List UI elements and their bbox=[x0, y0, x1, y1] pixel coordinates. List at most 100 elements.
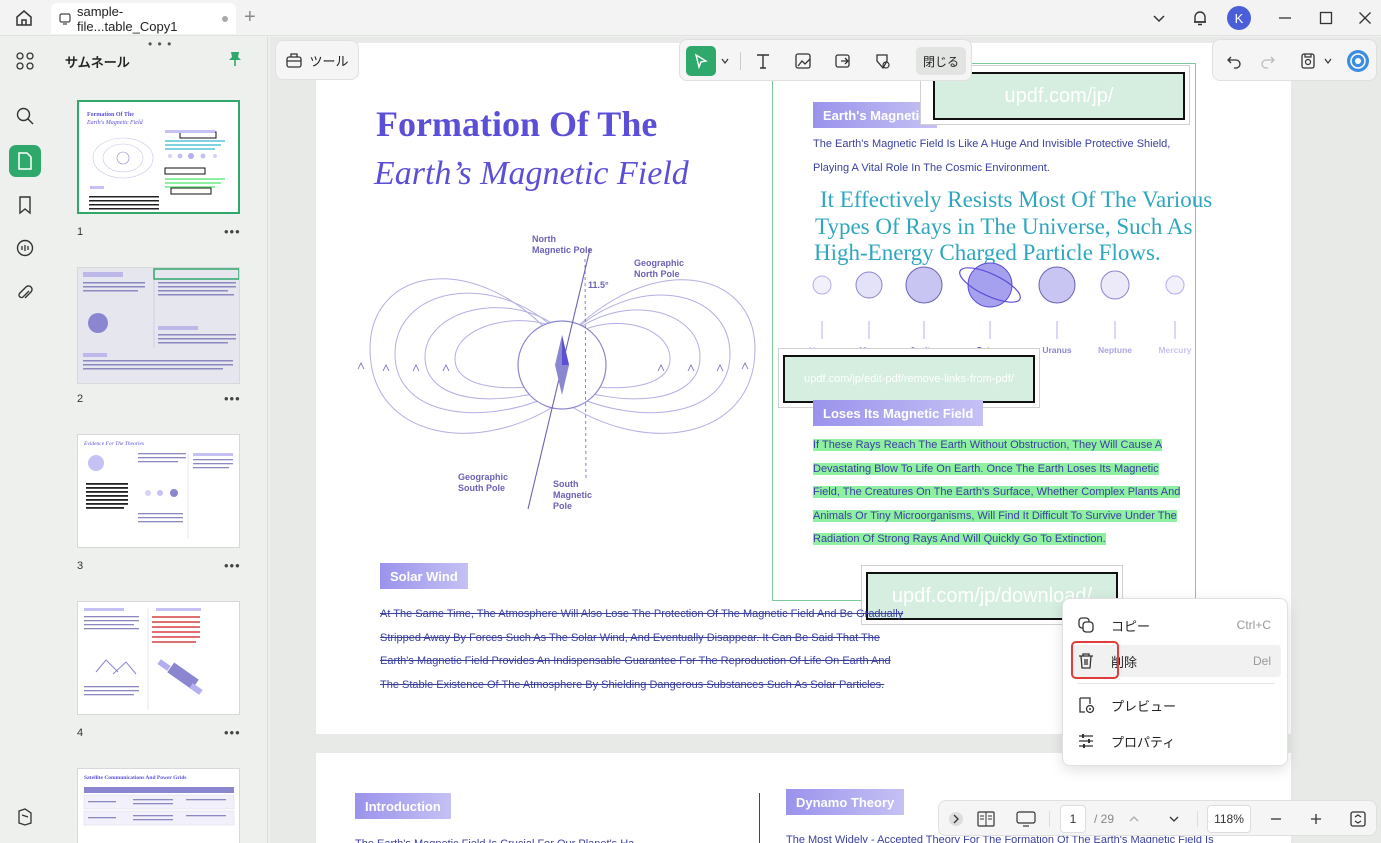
menu-item-copy-shortcut: Ctrl+C bbox=[1236, 618, 1271, 632]
book-icon bbox=[977, 811, 995, 827]
watermark-button[interactable] bbox=[868, 46, 898, 76]
chevron-down-icon bbox=[1153, 15, 1165, 23]
thumb-more-button-1[interactable]: ••• bbox=[224, 224, 241, 239]
label-north-magnetic: North Magnetic Pole bbox=[532, 234, 593, 255]
tabs-dropdown-button[interactable] bbox=[1146, 0, 1172, 36]
loses-text-line: Field, The Creatures On The Earth's Surf… bbox=[813, 486, 1181, 498]
rays-quote-line1: It Effectively Resists Most Of The Vario… bbox=[820, 187, 1213, 212]
planet-label-mercury: Mercury bbox=[1158, 345, 1192, 355]
menu-item-copy[interactable]: コピー Ctrl+C bbox=[1071, 609, 1281, 641]
tools-label: ツール bbox=[309, 53, 349, 69]
add-image-button[interactable] bbox=[788, 46, 818, 76]
solar-wind-text: At The Same Time, The Atmosphere Will Al… bbox=[380, 603, 940, 697]
close-window-button[interactable] bbox=[1352, 0, 1378, 36]
minimize-button[interactable] bbox=[1272, 0, 1298, 36]
tools-button[interactable]: ツール bbox=[275, 40, 359, 80]
account-button[interactable]: K bbox=[1226, 0, 1252, 36]
label-geo-north: Geographic North Pole bbox=[634, 258, 685, 279]
link-icon bbox=[835, 54, 850, 68]
thumb-1-preview bbox=[89, 130, 225, 210]
minus-icon bbox=[1271, 818, 1281, 820]
attachments-button[interactable] bbox=[9, 277, 41, 309]
earths-magnetic-heading: Earth's Magnetic bbox=[813, 102, 937, 128]
bookmark-icon bbox=[19, 196, 31, 215]
menu-item-properties[interactable]: プロパティ bbox=[1071, 725, 1281, 757]
loses-text-line: Animals Or Tiny Microorganisms, Will Fin… bbox=[813, 509, 1177, 522]
bookmarks-button[interactable] bbox=[9, 189, 41, 221]
layers-icon bbox=[18, 808, 32, 826]
comment-icon bbox=[16, 239, 34, 257]
thumbnail-page-2[interactable] bbox=[77, 267, 240, 384]
solar-wind-heading: Solar Wind bbox=[380, 563, 468, 589]
fit-page-button[interactable] bbox=[1345, 805, 1371, 833]
apps-button[interactable] bbox=[9, 45, 41, 77]
select-tool-dropdown[interactable] bbox=[718, 46, 732, 76]
close-edit-mode-button[interactable]: 閉じる bbox=[916, 47, 966, 75]
panel-grip[interactable]: • • • bbox=[148, 37, 172, 51]
label-angle: 11.5° bbox=[588, 280, 609, 290]
planets-illustration bbox=[812, 262, 1185, 339]
add-link-button[interactable] bbox=[828, 46, 858, 76]
close-icon bbox=[1359, 12, 1371, 24]
save-dropdown[interactable] bbox=[1321, 46, 1335, 76]
page-number-input[interactable]: 1 bbox=[1060, 805, 1086, 833]
zoom-level-input[interactable]: 118% bbox=[1207, 805, 1251, 833]
thumb-title-1b: Earth's Magnetic Field bbox=[87, 120, 143, 126]
thumb-more-button-4[interactable]: ••• bbox=[224, 725, 241, 740]
dynamo-theory-heading: Dynamo Theory bbox=[786, 789, 905, 815]
menu-divider bbox=[1077, 683, 1275, 684]
thumbnail-page-5[interactable]: Satellite Communications And Power Grids bbox=[77, 768, 240, 843]
thumbnail-page-1[interactable]: Formation Of The Earth's Magnetic Field bbox=[77, 100, 240, 214]
next-page-button[interactable] bbox=[1163, 805, 1185, 833]
fit-page-icon bbox=[1350, 811, 1366, 827]
comments-button[interactable] bbox=[9, 232, 41, 264]
notifications-button[interactable] bbox=[1187, 0, 1213, 36]
thumbnail-page-4[interactable] bbox=[77, 601, 240, 715]
link-url-1[interactable]: updf.com/jp/ bbox=[933, 72, 1185, 120]
thumbnail-panel-title: サムネール bbox=[65, 55, 130, 70]
document-tab[interactable]: sample-file...table_Copy1 bbox=[51, 3, 236, 34]
link-url-2[interactable]: updf.com/jp/edit-pdf/remove-links-from-p… bbox=[783, 355, 1035, 403]
layers-button[interactable] bbox=[9, 801, 41, 833]
thumb-5-preview bbox=[83, 787, 235, 826]
loses-text-line: Radiation Of Strong Rays And Will Quickl… bbox=[813, 533, 1106, 545]
earths-magnetic-text: The Earth's Magnetic Field Is Like A Hug… bbox=[813, 138, 1171, 174]
redo-button[interactable] bbox=[1253, 46, 1283, 76]
page-layout-button[interactable] bbox=[973, 805, 999, 833]
thumb-more-button-3[interactable]: ••• bbox=[224, 558, 241, 573]
total-pages: / 29 bbox=[1093, 812, 1114, 826]
menu-item-preview[interactable]: プレビュー bbox=[1071, 689, 1281, 721]
chevron-up-icon bbox=[1129, 816, 1139, 822]
new-tab-button[interactable]: + bbox=[244, 6, 256, 28]
save-button[interactable] bbox=[1293, 46, 1323, 76]
introduction-text: The Earth's Magnetic Field Is Crucial Fo… bbox=[355, 833, 715, 843]
text-icon bbox=[757, 54, 769, 69]
select-tool-button[interactable] bbox=[686, 46, 716, 76]
link-annotation-2[interactable]: updf.com/jp/edit-pdf/remove-links-from-p… bbox=[778, 348, 1040, 408]
maximize-button[interactable] bbox=[1313, 0, 1339, 36]
maximize-icon bbox=[1319, 11, 1333, 25]
minimize-icon bbox=[1279, 17, 1291, 19]
undo-button[interactable] bbox=[1219, 46, 1249, 76]
thumbnail-page-3[interactable]: Evidence For The Theories bbox=[77, 434, 240, 548]
zoom-out-button[interactable] bbox=[1265, 805, 1287, 833]
collapse-bar-button[interactable] bbox=[947, 805, 965, 833]
thumb-more-button-2[interactable]: ••• bbox=[224, 391, 241, 406]
solar-text-line: At The Same Time, The Atmosphere Will Al… bbox=[380, 608, 904, 620]
ai-assistant-button[interactable] bbox=[1343, 46, 1373, 76]
presentation-button[interactable] bbox=[1011, 805, 1041, 833]
zoom-in-button[interactable] bbox=[1305, 805, 1327, 833]
loses-text-line: Devastating Blow To Life On Earth. Once … bbox=[813, 462, 1159, 475]
home-button[interactable] bbox=[10, 5, 38, 31]
thumbnails-button[interactable] bbox=[9, 145, 41, 177]
pin-panel-button[interactable] bbox=[228, 51, 242, 72]
search-button[interactable] bbox=[9, 100, 41, 132]
grid-icon bbox=[16, 52, 34, 70]
label-south-magnetic: South Magnetic Pole bbox=[553, 479, 593, 511]
chevron-down-icon bbox=[721, 58, 729, 64]
thumb-3-preview bbox=[86, 453, 233, 539]
menu-item-delete-shortcut: Del bbox=[1252, 654, 1271, 668]
chevron-down-icon bbox=[1324, 58, 1332, 64]
add-text-button[interactable] bbox=[748, 46, 778, 76]
previous-page-button[interactable] bbox=[1123, 805, 1145, 833]
